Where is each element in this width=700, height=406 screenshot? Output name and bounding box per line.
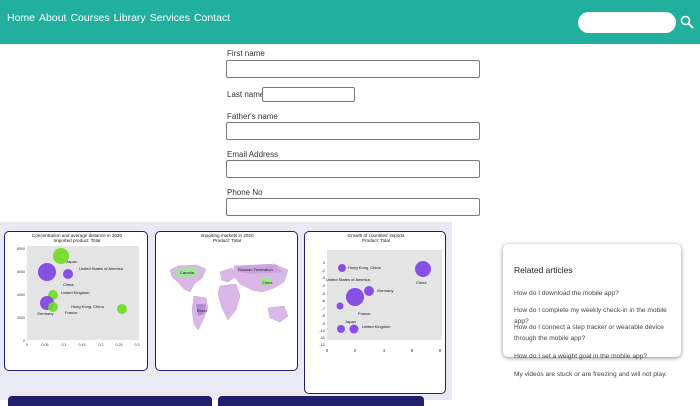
- first-name-label: First name: [227, 49, 265, 58]
- bubble-label: Hong Kong, China: [348, 265, 381, 270]
- map-label-canada: Canada: [180, 270, 195, 275]
- bubble-label: China: [63, 282, 74, 287]
- y-tick: -2: [321, 268, 325, 273]
- y-tick: 8000: [17, 247, 25, 251]
- related-link[interactable]: How do I set a weight goal in the mobile…: [514, 351, 676, 362]
- last-name-field[interactable]: [262, 87, 355, 102]
- concentration-chart: Concentration and average distance in 20…: [17, 233, 140, 347]
- map-label-russia: Russian Federation: [238, 267, 273, 272]
- bubble: [117, 304, 127, 314]
- bubble: [63, 269, 73, 279]
- x-tick: 0.3: [135, 343, 140, 347]
- nav-link-courses[interactable]: Courses: [70, 12, 109, 24]
- bubble: [415, 261, 431, 277]
- concentration-chart-card[interactable]: Concentration and average distance in 20…: [4, 231, 148, 371]
- fathers-name-field[interactable]: [226, 122, 480, 140]
- bubble: [364, 286, 374, 296]
- bubble-label: China: [416, 280, 427, 285]
- y-tick: -6: [321, 298, 325, 303]
- bubble-label: Japan: [345, 319, 356, 324]
- bubble-label: Germany: [377, 288, 393, 293]
- bubble-label: France: [65, 310, 78, 315]
- y-tick: -12: [319, 342, 326, 347]
- y-tick: 6000: [17, 270, 25, 274]
- related-link[interactable]: My videos are stuck or are freezing and …: [514, 369, 676, 380]
- nav-link-about[interactable]: About: [39, 12, 66, 24]
- y-tick: -8: [321, 313, 325, 318]
- navbar: Home About Courses Library Services Cont…: [0, 0, 700, 44]
- x-tick: 6: [411, 348, 414, 353]
- bubble: [337, 325, 345, 333]
- x-tick: 0.1: [62, 343, 67, 347]
- importing-markets-map: Importing markets in 2020 Product: Total…: [169, 233, 289, 331]
- search-input[interactable]: [578, 12, 676, 33]
- bubble-label: Germany: [37, 311, 53, 316]
- growth-chart-card[interactable]: Growth of countries' imports Product: To…: [304, 231, 446, 394]
- nav-link-library[interactable]: Library: [114, 12, 146, 24]
- map-subtitle: Product: Total: [213, 238, 241, 243]
- y-tick: -5: [321, 291, 325, 296]
- bubble-label: United Kingdom: [362, 324, 391, 329]
- phone-label: Phone No: [227, 188, 263, 197]
- related-articles-title: Related articles: [514, 265, 573, 275]
- nav-link-home[interactable]: Home: [7, 12, 35, 24]
- x-tick: 0.25: [116, 343, 123, 347]
- nav-link-services[interactable]: Services: [150, 12, 190, 24]
- bubble: [349, 324, 359, 334]
- search-icon[interactable]: [680, 15, 694, 29]
- x-tick: 0: [326, 348, 329, 353]
- y-tick: 0: [23, 339, 25, 343]
- x-tick: 8: [439, 348, 442, 353]
- x-tick: 0.2: [99, 343, 104, 347]
- phone-field[interactable]: [226, 198, 480, 216]
- y-tick: -9: [321, 321, 325, 326]
- first-name-field[interactable]: [226, 60, 480, 78]
- email-field[interactable]: [226, 160, 480, 178]
- nav-links: Home About Courses Library Services Cont…: [7, 12, 230, 24]
- x-tick: 0.15: [79, 343, 86, 347]
- bubble-label: United States of America: [326, 277, 371, 282]
- related-link[interactable]: How do I download the mobile app?: [514, 288, 676, 299]
- related-link[interactable]: How do I connect a step tracker or weara…: [514, 322, 676, 344]
- y-tick: -11: [320, 335, 326, 340]
- growth-chart: Growth of countries' imports Product: To…: [319, 233, 442, 353]
- bubble: [38, 263, 56, 281]
- concentration-chart-subtitle: Imported product: Total: [54, 238, 101, 243]
- bubble: [346, 288, 364, 306]
- y-tick: 4000: [17, 293, 25, 297]
- nav-link-contact[interactable]: Contact: [194, 12, 230, 24]
- last-name-label: Last name: [227, 90, 265, 99]
- australia-shape: [267, 305, 289, 323]
- map-label-brazil: Brazil: [197, 308, 207, 313]
- y-tick: -10: [319, 328, 326, 333]
- x-tick: 0.05: [42, 343, 49, 347]
- map-label-china: China: [262, 280, 273, 285]
- bubble-label: United Kingdom: [61, 290, 90, 295]
- y-tick: 0: [323, 260, 326, 265]
- x-tick: 0: [26, 343, 28, 347]
- y-tick: -7: [321, 306, 325, 311]
- europe-shape: [219, 267, 237, 283]
- x-tick: 2: [354, 348, 357, 353]
- y-tick: -4: [321, 283, 325, 288]
- bubble-label: Japan: [66, 259, 77, 264]
- bottom-tab-right[interactable]: [218, 396, 424, 406]
- email-label: Email Address: [227, 150, 279, 159]
- fathers-name-label: Father's name: [227, 112, 278, 121]
- x-tick: 4: [383, 348, 386, 353]
- bubble-label: United States of America: [79, 266, 124, 271]
- growth-chart-subtitle: Product: Total: [362, 238, 390, 243]
- bubble-label: Hong Kong, China: [71, 304, 104, 309]
- charts-section: Concentration and average distance in 20…: [0, 222, 452, 406]
- importing-markets-card[interactable]: Importing markets in 2020 Product: Total…: [155, 231, 298, 371]
- bubble: [338, 264, 346, 272]
- bottom-tab-left[interactable]: [8, 396, 212, 406]
- bubble-label: France: [358, 311, 371, 316]
- africa-shape: [217, 283, 241, 321]
- y-tick: 2000: [17, 316, 25, 320]
- bubble: [336, 302, 344, 310]
